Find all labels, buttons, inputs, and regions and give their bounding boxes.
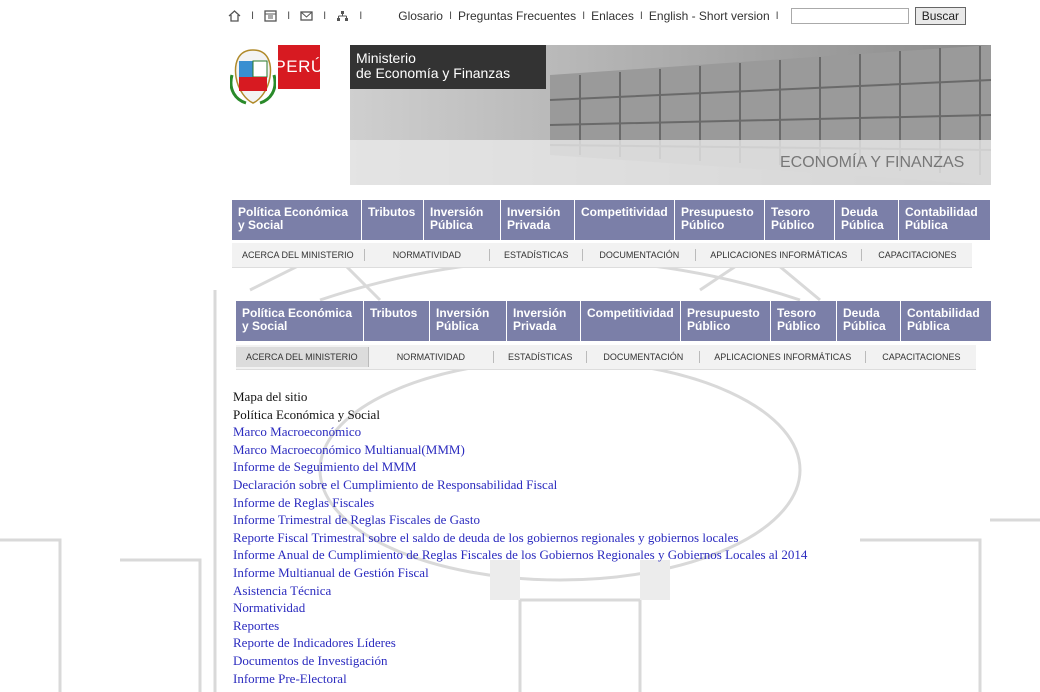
nav-inversion-publica[interactable]: Inversión Pública (424, 200, 501, 240)
sitemap-link[interactable]: Informe Anual de Cumplimiento de Reglas … (233, 546, 807, 564)
link-glosario[interactable]: Glosario (398, 9, 443, 23)
sitemap-link[interactable]: Reporte Fiscal Trimestral sobre el saldo… (233, 529, 807, 547)
ministry-title-line2: de Economía y Finanzas (356, 65, 511, 81)
nav-deuda-publica[interactable]: Deuda Pública (835, 200, 899, 240)
svg-text:ECONOMÍA Y FINANZAS: ECONOMÍA Y FINANZAS (780, 152, 964, 171)
sitemap-list: Mapa del sitio Política Económica y Soci… (233, 388, 807, 687)
separator: I (582, 10, 586, 22)
ministry-title-box[interactable]: Ministerio de Economía y Finanzas (350, 45, 546, 89)
sitemap-link[interactable]: Documentos de Investigación (233, 652, 807, 670)
main-nav-secondary: Política Económica y Social Tributos Inv… (236, 301, 991, 341)
sitemap-link[interactable]: Marco Macroeconómico Multianual(MMM) (233, 441, 807, 459)
subnav-documentacion[interactable]: DOCUMENTACIÓN (587, 351, 701, 363)
nav-inversion-publica[interactable]: Inversión Pública (430, 301, 507, 341)
site-header: ECONOMÍA Y FINANZAS PERÚ Ministerio de E… (228, 42, 991, 185)
separator: I (287, 10, 291, 22)
subnav-capacitaciones[interactable]: CAPACITACIONES (862, 249, 972, 261)
subnav-normatividad[interactable]: NORMATIVIDAD (365, 249, 491, 261)
nav-inversion-privada[interactable]: Inversión Privada (501, 200, 575, 240)
sitemap-link[interactable]: Informe Trimestral de Reglas Fiscales de… (233, 511, 807, 529)
subnav-estadisticas[interactable]: ESTADÍSTICAS (490, 249, 584, 261)
nav-inversion-privada[interactable]: Inversión Privada (507, 301, 581, 341)
nav-politica-economica[interactable]: Política Económica y Social (236, 301, 364, 341)
peru-brand[interactable]: PERÚ (274, 45, 323, 89)
separator: I (448, 10, 452, 22)
separator: I (323, 10, 327, 22)
nav-competitividad[interactable]: Competitividad (581, 301, 681, 341)
calendar-icon[interactable] (264, 10, 277, 22)
home-icon[interactable] (228, 10, 241, 22)
sitemap-section-heading: Política Económica y Social (233, 406, 380, 422)
subnav-documentacion[interactable]: DOCUMENTACIÓN (583, 249, 697, 261)
sitemap-link[interactable]: Informe de Seguimiento del MMM (233, 458, 807, 476)
separator: I (639, 10, 643, 22)
nav-tesoro-publico[interactable]: Tesoro Público (771, 301, 837, 341)
sitemap-link[interactable]: Informe de Reglas Fiscales (233, 494, 807, 512)
search-button[interactable]: Buscar (914, 7, 967, 25)
ministry-title-line1: Ministerio (356, 50, 416, 66)
subnav-acerca[interactable]: ACERCA DEL MINISTERIO (236, 347, 369, 367)
utility-bar: I I I I Glosario I Preguntas Frecuentes … (228, 7, 967, 25)
sitemap-link[interactable]: Asistencia Técnica (233, 582, 807, 600)
sitemap-link[interactable]: Declaración sobre el Cumplimiento de Res… (233, 476, 807, 494)
subnav-aplicaciones[interactable]: APLICACIONES INFORMÁTICAS (696, 249, 863, 261)
sitemap-link[interactable]: Reporte de Indicadores Líderes (233, 634, 807, 652)
sitemap-link[interactable]: Marco Macroeconómico (233, 423, 807, 441)
sub-nav-secondary: ACERCA DEL MINISTERIO NORMATIVIDAD ESTAD… (236, 345, 977, 370)
separator: I (251, 10, 255, 22)
subnav-aplicaciones[interactable]: APLICACIONES INFORMÁTICAS (700, 351, 867, 363)
nav-politica-economica[interactable]: Política Económica y Social (232, 200, 362, 240)
sub-nav: ACERCA DEL MINISTERIO NORMATIVIDAD ESTAD… (232, 243, 973, 268)
main-nav: Política Económica y Social Tributos Inv… (232, 200, 990, 240)
separator: I (775, 10, 779, 22)
subnav-estadisticas[interactable]: ESTADÍSTICAS (494, 351, 588, 363)
nav-presupuesto-publico[interactable]: Presupuesto Público (675, 200, 765, 240)
sitemap-title: Mapa del sitio (233, 389, 308, 404)
nav-contabilidad-publica[interactable]: Contabilidad Pública (901, 301, 991, 341)
utility-icons: I I I I (228, 10, 368, 22)
link-enlaces[interactable]: Enlaces (591, 9, 634, 23)
subnav-acerca[interactable]: ACERCA DEL MINISTERIO (232, 249, 365, 261)
nav-contabilidad-publica[interactable]: Contabilidad Pública (899, 200, 990, 240)
search-input[interactable] (790, 8, 909, 24)
link-preguntas-frecuentes[interactable]: Preguntas Frecuentes (458, 9, 576, 23)
top-links: Glosario I Preguntas Frecuentes I Enlace… (398, 9, 784, 23)
link-english-version[interactable]: English - Short version (649, 9, 770, 23)
peru-coat-of-arms-icon (230, 49, 276, 105)
sitemap-icon[interactable] (336, 10, 349, 22)
nav-competitividad[interactable]: Competitividad (575, 200, 675, 240)
sitemap-link[interactable]: Informe Pre-Electoral (233, 670, 807, 688)
nav-tributos[interactable]: Tributos (362, 200, 424, 240)
sitemap-link[interactable]: Reportes (233, 617, 807, 635)
separator: I (359, 10, 363, 22)
nav-tributos[interactable]: Tributos (364, 301, 430, 341)
nav-tesoro-publico[interactable]: Tesoro Público (765, 200, 835, 240)
mail-icon[interactable] (300, 10, 313, 22)
sitemap-link[interactable]: Normatividad (233, 599, 807, 617)
nav-deuda-publica[interactable]: Deuda Pública (837, 301, 901, 341)
nav-presupuesto-publico[interactable]: Presupuesto Público (681, 301, 771, 341)
sitemap-link[interactable]: Informe Multianual de Gestión Fiscal (233, 564, 807, 582)
subnav-normatividad[interactable]: NORMATIVIDAD (369, 351, 495, 363)
subnav-capacitaciones[interactable]: CAPACITACIONES (866, 351, 976, 363)
